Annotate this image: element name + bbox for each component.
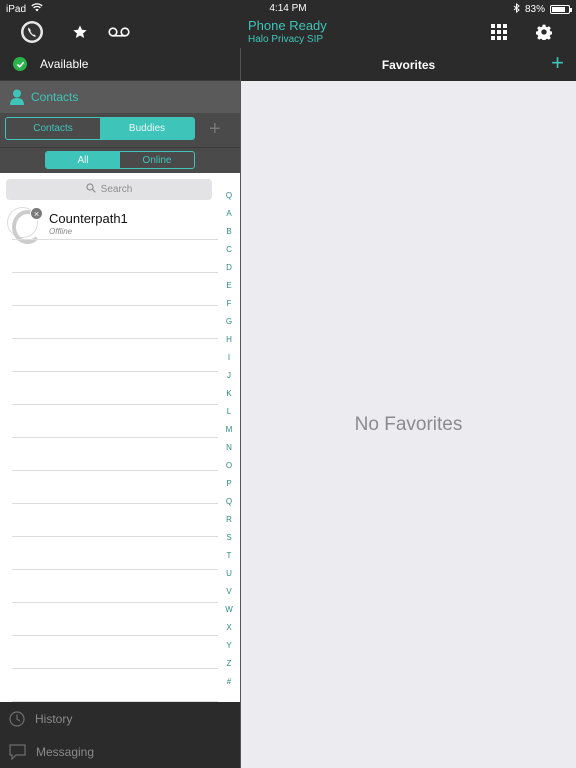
star-icon[interactable]: [67, 19, 93, 45]
top-toolbar: Phone Ready Halo Privacy SIP: [0, 16, 576, 48]
chat-bubble-icon: [9, 743, 26, 760]
status-bar-right: 83%: [513, 2, 572, 16]
battery-percent: 83%: [524, 4, 545, 15]
nav-history-label: History: [35, 711, 73, 726]
index-letter[interactable]: Q: [220, 493, 238, 511]
offline-status-icon: ×: [30, 207, 43, 220]
contacts-header: Contacts Contacts Buddies + All Online: [0, 81, 240, 173]
bottom-nav: History Messaging: [0, 702, 240, 768]
index-letter[interactable]: I: [220, 349, 238, 367]
filter-all[interactable]: All: [46, 152, 120, 168]
search-placeholder: Search: [100, 184, 133, 195]
index-letter[interactable]: Z: [220, 655, 238, 673]
clock-icon: [9, 710, 25, 727]
index-letter[interactable]: U: [220, 565, 238, 583]
row-separator: [12, 338, 218, 339]
index-letter[interactable]: Y: [220, 637, 238, 655]
favorites-title: Favorites: [381, 58, 436, 72]
index-letter[interactable]: E: [220, 277, 238, 295]
index-letter[interactable]: T: [220, 547, 238, 565]
search-input[interactable]: Search: [6, 179, 212, 200]
row-separator: [12, 503, 218, 504]
row-separator: [12, 635, 218, 636]
search-icon: [86, 183, 96, 196]
voicemail-icon[interactable]: [106, 19, 132, 45]
contact-name: Counterpath1: [49, 211, 128, 226]
row-separator: [12, 668, 218, 669]
index-letter[interactable]: K: [220, 385, 238, 403]
row-separator: [12, 305, 218, 306]
filter-online[interactable]: Online: [120, 152, 194, 168]
index-letter[interactable]: N: [220, 439, 238, 457]
favorites-header: Favorites +: [241, 48, 576, 81]
phone-logo-icon[interactable]: [19, 19, 45, 45]
index-letter[interactable]: G: [220, 313, 238, 331]
filter-segmented-control: All Online: [45, 151, 195, 169]
nav-messaging-label: Messaging: [36, 744, 95, 759]
index-letter[interactable]: F: [220, 295, 238, 313]
index-letter[interactable]: M: [220, 421, 238, 439]
contacts-list: Search × Counterpath1 Offline QABCDEFGHI…: [0, 173, 240, 702]
index-letter[interactable]: C: [220, 241, 238, 259]
contacts-title: Contacts: [31, 90, 79, 104]
index-letter[interactable]: S: [220, 529, 238, 547]
tab-contacts[interactable]: Contacts: [6, 118, 100, 139]
nav-messaging[interactable]: Messaging: [0, 735, 240, 768]
row-separator: [12, 470, 218, 471]
dialpad-icon[interactable]: [486, 19, 512, 45]
bluetooth-icon: [513, 2, 520, 16]
phone-status: Phone Ready Halo Privacy SIP: [248, 19, 327, 45]
favorites-body: No Favorites: [241, 81, 576, 768]
alphabet-index[interactable]: Q A B C D E F G H I J K L M N O P Q R S T U V W X Y Z #: [220, 187, 238, 691]
available-check-icon: [13, 57, 27, 71]
contacts-title-bar: Contacts: [0, 81, 240, 113]
person-icon: [10, 89, 24, 105]
index-letter[interactable]: W: [220, 601, 238, 619]
divider: [0, 147, 240, 148]
contacts-segmented-control: Contacts Buddies: [5, 117, 195, 140]
index-letter[interactable]: D: [220, 259, 238, 277]
index-letter[interactable]: X: [220, 619, 238, 637]
row-separator: [12, 536, 218, 537]
battery-level-fill: [552, 7, 566, 12]
list-item[interactable]: × Counterpath1 Offline: [0, 203, 218, 244]
index-letter[interactable]: P: [220, 475, 238, 493]
favorites-pane: Favorites + No Favorites: [241, 48, 576, 768]
index-letter[interactable]: O: [220, 457, 238, 475]
index-letter[interactable]: J: [220, 367, 238, 385]
index-search-icon[interactable]: Q: [220, 187, 238, 205]
index-letter[interactable]: V: [220, 583, 238, 601]
index-letter[interactable]: #: [220, 673, 238, 691]
row-separator: [12, 437, 218, 438]
index-letter[interactable]: A: [220, 205, 238, 223]
row-separator: [12, 569, 218, 570]
gear-icon[interactable]: [531, 19, 557, 45]
status-time: 4:14 PM: [269, 3, 307, 14]
availability-selector[interactable]: Available: [0, 48, 240, 81]
tab-buddies[interactable]: Buddies: [100, 118, 194, 139]
row-separator: [12, 239, 218, 240]
row-separator: [12, 404, 218, 405]
status-bar: iPad 4:14 PM 83%: [0, 0, 576, 16]
add-contact-icon[interactable]: +: [209, 119, 221, 139]
row-separator: [12, 272, 218, 273]
battery-icon: [550, 5, 572, 14]
contact-status: Offline: [49, 227, 73, 236]
row-separator: [12, 602, 218, 603]
row-separator: [12, 371, 218, 372]
index-letter[interactable]: R: [220, 511, 238, 529]
index-letter[interactable]: H: [220, 331, 238, 349]
availability-label: Available: [40, 57, 89, 71]
phone-status-subtitle: Halo Privacy SIP: [248, 34, 324, 45]
nav-history[interactable]: History: [0, 702, 240, 735]
index-letter[interactable]: B: [220, 223, 238, 241]
phone-status-title: Phone Ready: [248, 18, 327, 33]
empty-state-text: No Favorites: [354, 414, 463, 435]
add-favorite-icon[interactable]: +: [551, 52, 564, 74]
left-pane: Available Contacts Contacts Buddies + Al…: [0, 48, 240, 768]
index-letter[interactable]: L: [220, 403, 238, 421]
